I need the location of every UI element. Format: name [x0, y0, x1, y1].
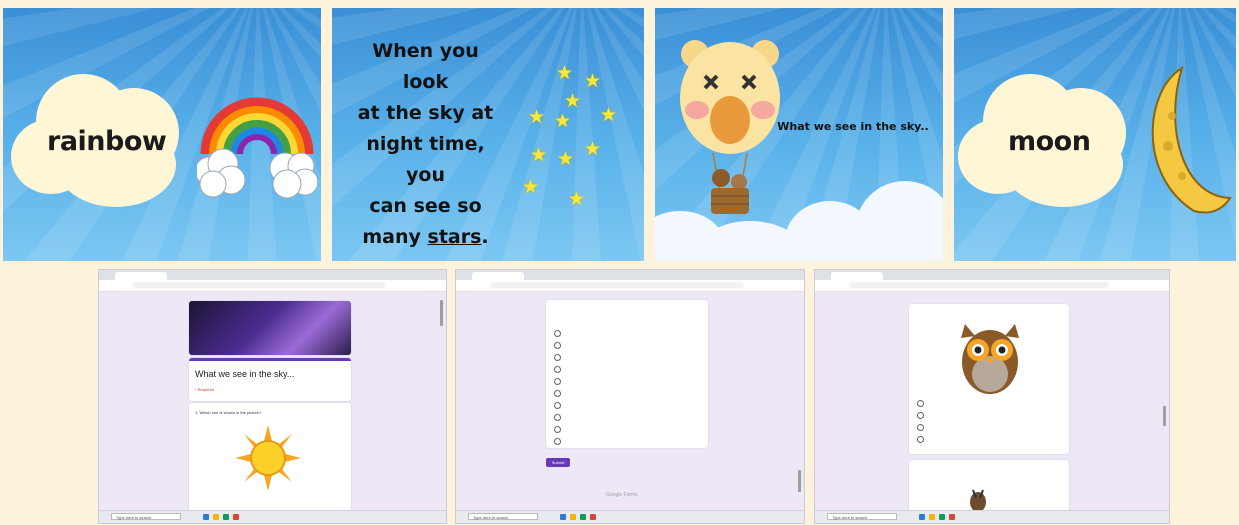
crescent-moon-icon [1151, 66, 1232, 214]
star-icon: ★ [522, 177, 540, 198]
option-radio[interactable] [554, 414, 561, 421]
taskbar: Type here to search [99, 510, 446, 523]
option-radio[interactable] [554, 438, 561, 445]
option-radio[interactable] [554, 378, 561, 385]
form-header-image [189, 301, 351, 355]
owl-icon [961, 324, 1019, 394]
form-title: What we see in the sky... [195, 369, 295, 379]
slide-word-rainbow: rainbow [47, 126, 167, 157]
slide-word-moon: moon [1008, 126, 1091, 157]
star-icon: ★ [584, 139, 602, 160]
slide-balloon: What we see in the sky.. [655, 8, 943, 261]
taskbar: Type here to search [456, 510, 804, 523]
slide-caption: What we see in the sky.. [777, 120, 929, 133]
star-icon: ★ [564, 91, 582, 112]
address-bar[interactable] [99, 280, 446, 292]
form-title-card: What we see in the sky... * Required [189, 358, 351, 401]
bird-icon [970, 489, 986, 512]
star-icon: ★ [528, 107, 546, 128]
star-icon: ★ [557, 149, 575, 170]
required-note: * Required [195, 387, 214, 392]
option-radio[interactable] [554, 342, 561, 349]
address-bar[interactable] [456, 280, 804, 292]
option-radio[interactable] [917, 400, 924, 407]
question-text: 1. Which one is shown in the picture? [195, 410, 262, 415]
browser-tab[interactable] [831, 272, 883, 280]
bear-balloon-icon [680, 40, 780, 214]
question-card [909, 460, 1069, 515]
form-screenshot-3: Type here to search [814, 269, 1170, 524]
browser-tab[interactable] [115, 272, 167, 280]
scrollbar[interactable] [440, 300, 443, 326]
star-icon: ★ [568, 189, 586, 210]
form-screenshot-2: Submit Google Forms Type here to search [455, 269, 805, 524]
option-radio[interactable] [554, 402, 561, 409]
option-radio[interactable] [554, 390, 561, 397]
submit-button[interactable]: Submit [546, 458, 570, 467]
taskbar-search[interactable]: Type here to search [827, 513, 897, 520]
star-icon: ★ [584, 71, 602, 92]
option-radio[interactable] [554, 426, 561, 433]
question-card: 1. Which one is shown in the picture? [189, 403, 351, 513]
taskbar-search[interactable]: Type here to search [468, 513, 538, 520]
star-icon: ★ [530, 145, 548, 166]
question-card [546, 300, 708, 448]
scrollbar[interactable] [798, 470, 801, 492]
star-icon: ★ [600, 105, 618, 126]
slide-moon: moon [954, 8, 1236, 261]
rainbow-icon [197, 97, 317, 199]
star-icon: ★ [556, 63, 574, 84]
slide-stars-text: When you look at the sky at night time, … [357, 40, 494, 248]
option-radio[interactable] [554, 354, 561, 361]
scrollbar[interactable] [1163, 406, 1166, 426]
option-radio[interactable] [554, 366, 561, 373]
option-radio[interactable] [554, 330, 561, 337]
address-bar[interactable] [815, 280, 1169, 292]
stars-word: stars [427, 226, 482, 248]
google-forms-brand: Google Forms [606, 492, 638, 498]
slide-rainbow: rainbow [3, 8, 321, 261]
sun-icon [235, 425, 301, 491]
taskbar-search[interactable]: Type here to search [111, 513, 181, 520]
form-screenshot-1: What we see in the sky... * Required 1. … [98, 269, 447, 524]
star-icon: ★ [554, 111, 572, 132]
option-radio[interactable] [917, 424, 924, 431]
question-card [909, 304, 1069, 454]
taskbar: Type here to search [815, 510, 1169, 523]
option-radio[interactable] [917, 412, 924, 419]
option-radio[interactable] [917, 436, 924, 443]
slide-stars: When you look at the sky at night time, … [332, 8, 644, 261]
browser-tab[interactable] [472, 272, 524, 280]
